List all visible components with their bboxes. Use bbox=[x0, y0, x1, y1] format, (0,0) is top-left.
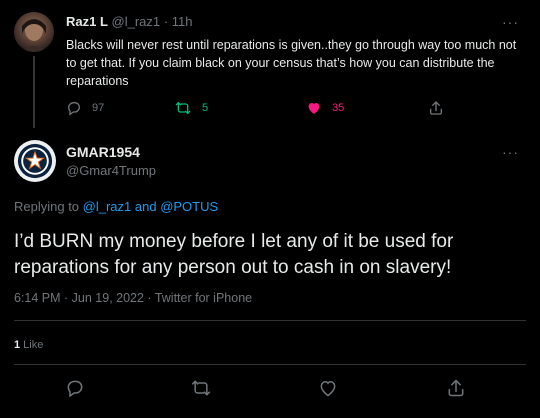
replying-and: and bbox=[131, 199, 161, 214]
retweet-icon bbox=[190, 380, 212, 402]
parent-like-button[interactable]: 35 bbox=[306, 100, 344, 116]
replying-potus-link[interactable]: @POTUS bbox=[160, 199, 218, 214]
like-stats[interactable]: 1 Like bbox=[14, 339, 43, 351]
main-author-name[interactable]: GMAR1954 bbox=[66, 144, 140, 160]
like-button[interactable] bbox=[318, 378, 338, 403]
heart-outline-icon bbox=[318, 380, 338, 402]
reply-button[interactable] bbox=[65, 378, 85, 403]
parent-author-handle[interactable]: @l_raz1 bbox=[112, 14, 161, 29]
parent-retweet-count: 5 bbox=[202, 102, 209, 114]
parent-author-avatar[interactable] bbox=[14, 12, 54, 52]
parent-timestamp[interactable]: 11h bbox=[172, 14, 193, 29]
replying-prefix: Replying to bbox=[14, 199, 83, 214]
main-author-handle[interactable]: @Gmar4Trump bbox=[66, 163, 156, 178]
tweet-thread: Raz1 L @l_raz1 · 11h ··· Blacks will nev… bbox=[0, 0, 540, 418]
share-button[interactable] bbox=[446, 378, 466, 403]
parent-retweet-button[interactable]: 5 bbox=[174, 100, 208, 116]
parent-tweet-text: Blacks will never rest until reparations… bbox=[66, 38, 517, 88]
parent-action-bar: 97 5 35 bbox=[66, 100, 466, 120]
share-icon bbox=[428, 100, 444, 116]
astros-logo-avatar[interactable] bbox=[14, 140, 56, 182]
main-tweet-text: I’d BURN my money before I let any of it… bbox=[14, 231, 454, 278]
parent-more-icon[interactable]: ··· bbox=[502, 14, 519, 30]
parent-share-button[interactable] bbox=[428, 100, 444, 116]
parent-like-count: 35 bbox=[332, 102, 345, 114]
replying-user-link[interactable]: @l_raz1 bbox=[83, 199, 132, 214]
parent-reply-count: 97 bbox=[92, 102, 105, 114]
like-label: Like bbox=[20, 339, 44, 351]
parent-reply-button[interactable]: 97 bbox=[66, 100, 104, 116]
heart-filled-icon bbox=[306, 100, 322, 116]
header-separator: · bbox=[163, 14, 169, 29]
retweet-button[interactable] bbox=[190, 378, 212, 403]
parent-header: Raz1 L @l_raz1 · 11h bbox=[66, 14, 192, 29]
parent-author-name[interactable]: Raz1 L bbox=[66, 14, 108, 29]
parent-tweet[interactable]: Raz1 L @l_raz1 · 11h ··· Blacks will nev… bbox=[0, 0, 540, 128]
reply-icon bbox=[65, 380, 85, 402]
divider-bottom bbox=[14, 364, 526, 365]
tweet-meta[interactable]: 6:14 PM · Jun 19, 2022 · Twitter for iPh… bbox=[14, 291, 252, 305]
reply-icon bbox=[66, 100, 82, 116]
divider-top bbox=[14, 320, 526, 321]
retweet-icon bbox=[174, 100, 192, 116]
replying-to: Replying to @l_raz1 and @POTUS bbox=[14, 199, 218, 214]
thread-connector-line bbox=[33, 56, 35, 128]
main-more-icon[interactable]: ··· bbox=[502, 144, 519, 160]
share-icon bbox=[446, 379, 466, 402]
main-action-bar bbox=[0, 378, 540, 402]
